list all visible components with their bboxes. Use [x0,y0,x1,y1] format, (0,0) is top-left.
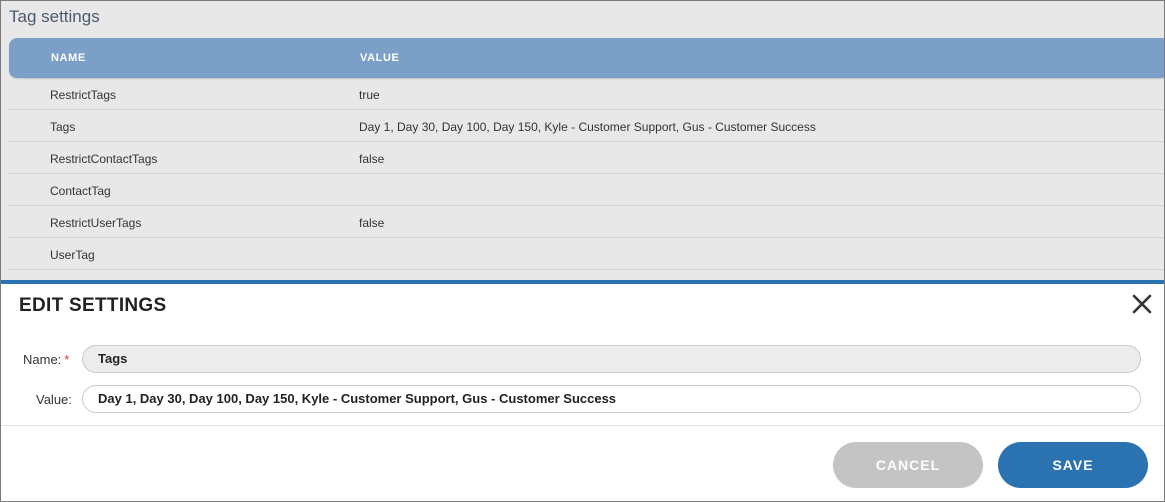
name-field-label: Name: * [23,352,69,367]
close-icon-glyph [1132,294,1152,314]
save-button[interactable]: SAVE [998,442,1148,488]
column-header-name[interactable]: NAME [51,52,86,64]
close-icon[interactable] [1130,292,1154,316]
row-value: Day 1, Day 30, Day 100, Day 150, Kyle - … [359,120,816,134]
name-label-text: Name: [23,352,62,367]
row-name: ContactTag [50,184,111,198]
row-name: RestrictUserTags [50,216,142,230]
table-row[interactable]: RestrictContactTags false [9,142,1164,174]
row-name: RestrictTags [50,88,117,102]
table-row[interactable]: ContactTag [9,174,1164,206]
row-value: true [359,88,380,102]
name-field[interactable]: Tags [82,345,1141,373]
table-header: NAME VALUE [9,38,1164,78]
table-row[interactable]: RestrictUserTags false [9,206,1164,238]
settings-table-body: RestrictTags true Tags Day 1, Day 30, Da… [9,78,1164,270]
cancel-button[interactable]: CANCEL [833,442,983,488]
row-name: RestrictContactTags [50,152,158,166]
table-row[interactable]: UserTag [9,238,1164,270]
row-name: Tags [50,120,76,134]
row-name: UserTag [50,248,95,262]
dialog-title: EDIT SETTINGS [19,295,167,316]
value-field-label: Value: [36,392,72,407]
required-indicator: * [64,352,70,367]
table-row[interactable]: RestrictTags true [9,78,1164,110]
footer-divider [1,425,1164,426]
settings-panel: Tag settings NAME VALUE RestrictTags tru… [0,0,1165,502]
table-row[interactable]: Tags Day 1, Day 30, Day 100, Day 150, Ky… [9,110,1164,142]
column-header-value[interactable]: VALUE [360,52,399,64]
row-value: false [359,152,385,166]
value-input[interactable]: Day 1, Day 30, Day 100, Day 150, Kyle - … [82,385,1141,413]
row-value: false [359,216,385,230]
edit-settings-dialog: EDIT SETTINGS Name: * Tags Value: Day 1, … [1,280,1164,501]
section-title: Tag settings [9,7,100,26]
